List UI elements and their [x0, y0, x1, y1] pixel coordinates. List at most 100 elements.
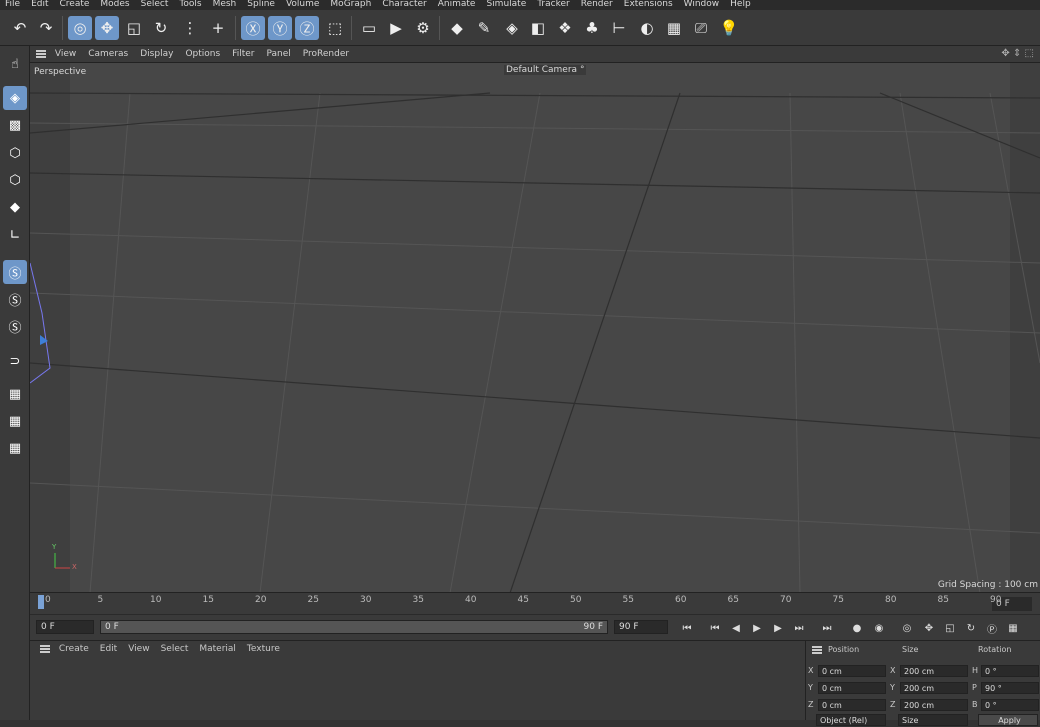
locked-workplane-icon[interactable]: ▦ [3, 409, 27, 433]
apply-button[interactable]: Apply [978, 714, 1038, 726]
render-picture-viewer-icon[interactable]: ▶ [384, 16, 408, 40]
live-select-icon[interactable]: ◎ [68, 16, 92, 40]
move-icon[interactable]: ✥ [95, 16, 119, 40]
viewport-navigation-icons[interactable]: ✥ ⇕ ⬚ [1001, 46, 1034, 62]
menu-modes[interactable]: Modes [100, 0, 129, 9]
key-param-icon[interactable]: Ⓟ [983, 619, 1001, 637]
cube-icon[interactable]: ◆ [445, 16, 469, 40]
viewport-menu-icon[interactable] [36, 49, 46, 58]
viewport-menu-display[interactable]: Display [140, 49, 173, 59]
edges-mode-icon[interactable]: ⬡ [3, 168, 27, 192]
z-axis-lock-icon[interactable]: Ⓩ [295, 16, 319, 40]
light-icon[interactable]: 💡 [717, 16, 741, 40]
camera-icon[interactable]: ⎚ [689, 16, 713, 40]
next-key-icon[interactable]: ⏭ [790, 619, 808, 637]
start-frame-field[interactable]: 0 F [36, 620, 94, 634]
coordinate-system-icon[interactable]: ⬚ [323, 16, 347, 40]
scale-icon[interactable]: ◱ [122, 16, 146, 40]
prev-frame-icon[interactable]: ◀ [727, 619, 745, 637]
material-menu-view[interactable]: View [128, 644, 149, 654]
render-view-icon[interactable]: ▭ [357, 16, 381, 40]
redo-icon[interactable]: ↷ [34, 16, 58, 40]
y-axis-lock-icon[interactable]: Ⓨ [268, 16, 292, 40]
go-to-end-icon[interactable]: ⏭ [818, 619, 836, 637]
menu-extensions[interactable]: Extensions [624, 0, 673, 9]
viewport-menu-cameras[interactable]: Cameras [88, 49, 128, 59]
key-scale-icon[interactable]: ◱ [941, 619, 959, 637]
viewport-menu-filter[interactable]: Filter [232, 49, 254, 59]
material-menu-select[interactable]: Select [161, 644, 189, 654]
recent-tool-icon[interactable]: ⋮ [178, 16, 202, 40]
end-frame-field[interactable]: 90 F [614, 620, 668, 634]
viewport-menu-options[interactable]: Options [185, 49, 220, 59]
rotation-field[interactable]: 0 ° [981, 665, 1039, 677]
position-field[interactable]: 0 cm [818, 699, 886, 711]
position-field[interactable]: 0 cm [818, 682, 886, 694]
camera-label[interactable]: Default Camera ° [504, 65, 587, 75]
go-to-start-icon[interactable]: ⏮ [678, 619, 696, 637]
menu-select[interactable]: Select [141, 0, 169, 9]
render-settings-icon[interactable]: ⚙ [411, 16, 435, 40]
menu-edit[interactable]: Edit [31, 0, 48, 9]
floor-icon[interactable]: ▦ [662, 16, 686, 40]
rotate-icon[interactable]: ↻ [149, 16, 173, 40]
preview-range-slider[interactable]: 0 F 90 F [100, 620, 608, 634]
timeline-ruler[interactable]: 0 F 0 5 10 15 20 25 30 35 40 45 50 55 60 65 70 75 80 85 90 [30, 592, 1040, 614]
model-mode-icon[interactable]: ◈ [3, 86, 27, 110]
subdivision-icon[interactable]: ◈ [500, 16, 524, 40]
material-menu-material[interactable]: Material [199, 644, 236, 654]
menu-tracker[interactable]: Tracker [537, 0, 569, 9]
key-position-icon[interactable]: ✥ [920, 619, 938, 637]
cloner-icon[interactable]: ♣ [580, 16, 604, 40]
workplane-icon[interactable]: ▦ [3, 382, 27, 406]
autokey-off-icon[interactable]: ● [848, 619, 866, 637]
viewport-menu-view[interactable]: View [55, 49, 76, 59]
menu-render[interactable]: Render [581, 0, 613, 9]
snap-settings-icon[interactable]: Ⓢ [3, 287, 27, 311]
menu-simulate[interactable]: Simulate [486, 0, 526, 9]
generator-icon[interactable]: ◧ [526, 16, 550, 40]
size-field[interactable]: 200 cm [900, 665, 968, 677]
menu-volume[interactable]: Volume [286, 0, 319, 9]
position-field[interactable]: 0 cm [818, 665, 886, 677]
next-frame-icon[interactable]: ▶ [769, 619, 787, 637]
quantize-icon[interactable]: Ⓢ [3, 314, 27, 338]
field-icon[interactable]: ◐ [635, 16, 659, 40]
menu-spline[interactable]: Spline [247, 0, 275, 9]
size-field[interactable]: 200 cm [900, 699, 968, 711]
menu-animate[interactable]: Animate [438, 0, 476, 9]
snap-icon[interactable]: Ⓢ [3, 260, 27, 284]
prev-key-icon[interactable]: ⏮ [706, 619, 724, 637]
key-pla-icon[interactable]: ▦ [1004, 619, 1022, 637]
rotation-field[interactable]: 0 ° [981, 699, 1039, 711]
perspective-viewport[interactable]: Perspective Default Camera ° Grid Spacin… [30, 62, 1040, 592]
pen-icon[interactable]: ✎ [472, 16, 496, 40]
material-menu-icon[interactable] [40, 644, 50, 653]
play-icon[interactable]: ▶ [748, 619, 766, 637]
material-menu-texture[interactable]: Texture [247, 644, 280, 654]
menu-mesh[interactable]: Mesh [213, 0, 237, 9]
material-menu-create[interactable]: Create [59, 644, 89, 654]
menu-character[interactable]: Character [382, 0, 426, 9]
menu-create[interactable]: Create [60, 0, 90, 9]
material-menu-edit[interactable]: Edit [100, 644, 117, 654]
timeline-playhead[interactable] [38, 595, 44, 609]
add-object-icon[interactable]: + [206, 16, 230, 40]
keyframe-select-icon[interactable]: ◎ [898, 619, 916, 637]
viewport-menu-panel[interactable]: Panel [266, 49, 290, 59]
deformer-icon[interactable]: ⊢ [607, 16, 631, 40]
key-rotation-icon[interactable]: ↻ [962, 619, 980, 637]
points-mode-icon[interactable]: ⬡ [3, 141, 27, 165]
record-icon[interactable]: ◉ [870, 619, 888, 637]
texture-mode-icon[interactable]: ▩ [3, 113, 27, 137]
x-axis-lock-icon[interactable]: Ⓧ [241, 16, 265, 40]
axis-mode-icon[interactable]: ∟ [3, 223, 27, 247]
make-editable-icon[interactable]: ☝ [3, 52, 27, 76]
menu-tools[interactable]: Tools [179, 0, 201, 9]
magnet-icon[interactable]: ⊃ [3, 349, 27, 373]
menu-mograph[interactable]: MoGraph [330, 0, 371, 9]
rotation-field[interactable]: 90 ° [981, 682, 1039, 694]
size-field[interactable]: 200 cm [900, 682, 968, 694]
mograph-icon[interactable]: ❖ [553, 16, 577, 40]
coordinates-menu-icon[interactable] [812, 645, 822, 654]
